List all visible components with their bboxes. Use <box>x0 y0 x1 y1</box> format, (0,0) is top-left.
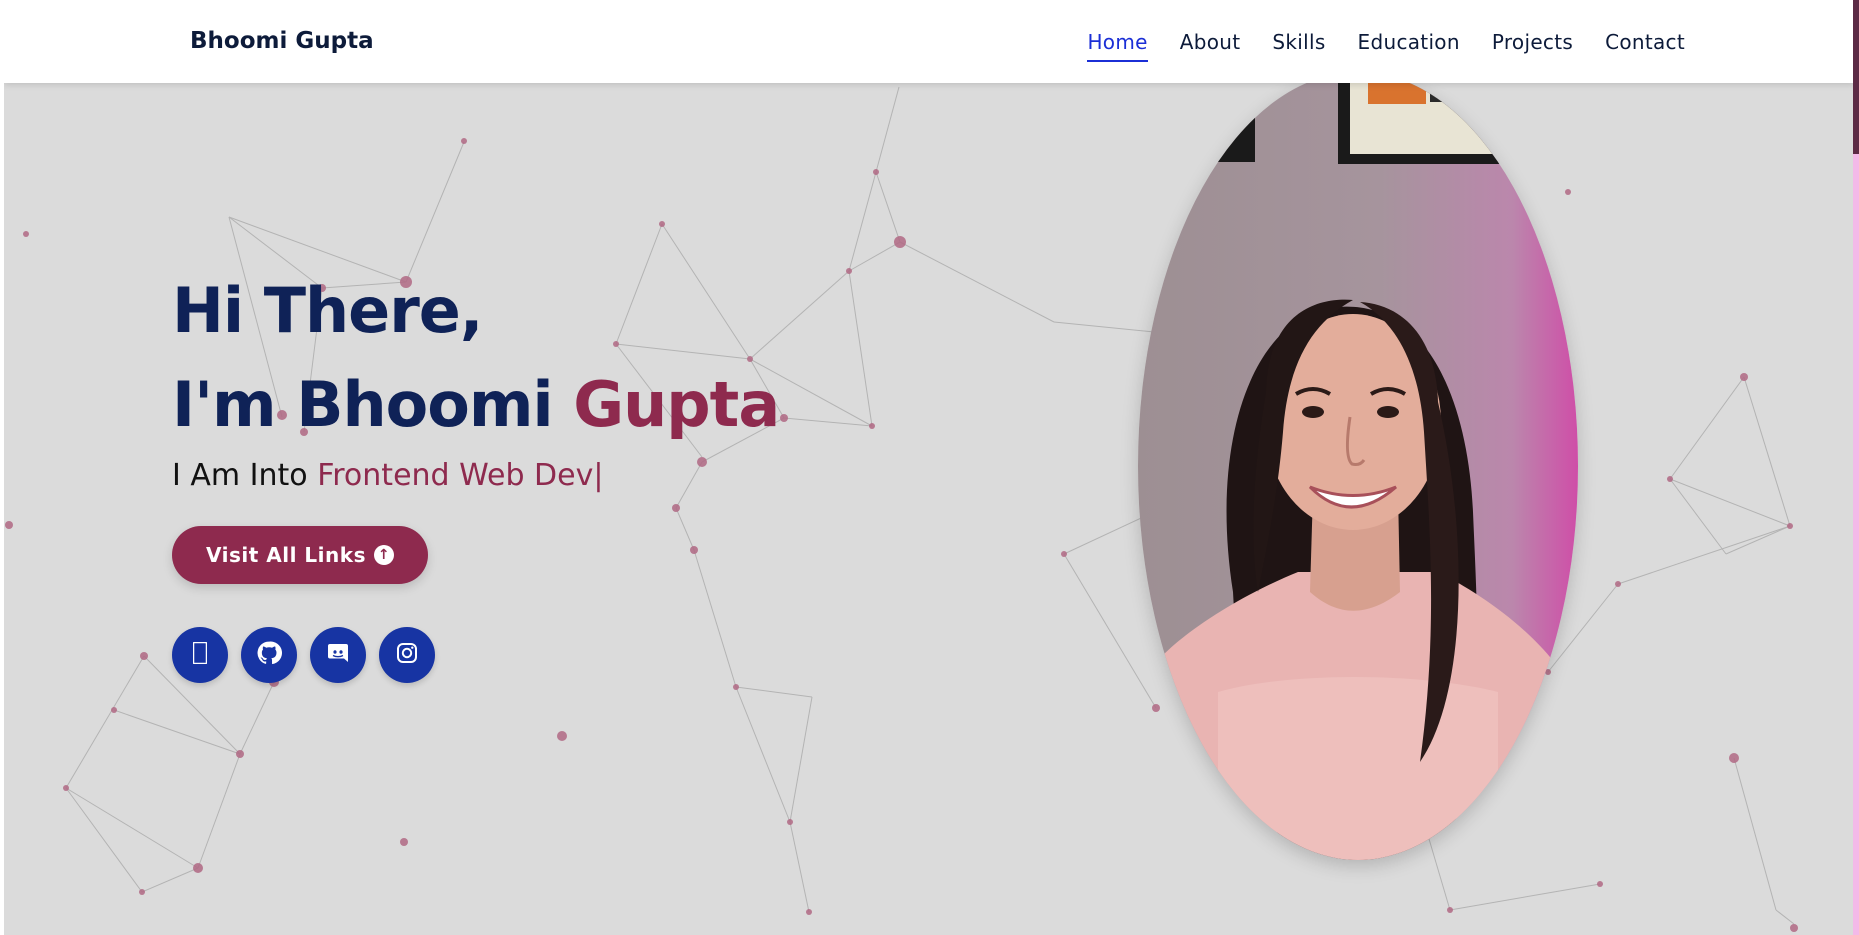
profile-photo-illustration <box>1138 72 1578 860</box>
nav-link-education[interactable]: Education <box>1358 30 1460 62</box>
visit-all-links-button[interactable]: Visit All Links ↑ <box>172 526 428 584</box>
github-link-button[interactable] <box>241 627 297 683</box>
scrollbar-thumb[interactable] <box>1853 0 1859 154</box>
discord-icon <box>326 641 350 669</box>
hero-text: Hi There, I'm Bhoomi Gupta I Am Into Fro… <box>172 264 780 493</box>
nav-links: Home About Skills Education Projects Con… <box>1087 30 1685 62</box>
hero-greeting: Hi There, <box>172 274 483 347</box>
linkedin-link-button[interactable] <box>172 627 228 683</box>
hero-name-accent: Gupta <box>573 368 780 441</box>
discord-link-button[interactable] <box>310 627 366 683</box>
top-navbar: Bhoomi Gupta Home About Skills Education… <box>4 2 1855 83</box>
hero-typed-line: I Am Into Frontend Web Dev| <box>172 458 779 493</box>
nav-link-skills[interactable]: Skills <box>1272 30 1325 62</box>
nav-link-contact[interactable]: Contact <box>1605 30 1685 62</box>
cta-label: Visit All Links <box>206 543 366 567</box>
profile-photo <box>1138 72 1578 860</box>
hero-name: I'm Bhoomi Gupta <box>172 358 780 452</box>
social-links <box>172 627 435 683</box>
instagram-link-button[interactable] <box>379 627 435 683</box>
site-brand[interactable]: Bhoomi Gupta <box>190 28 374 54</box>
linkedin-icon <box>192 641 208 668</box>
hero-name-prefix: I'm Bhoomi <box>172 368 574 441</box>
instagram-icon <box>395 641 419 669</box>
nav-link-projects[interactable]: Projects <box>1492 30 1573 62</box>
typed-prefix: I Am Into <box>172 458 318 493</box>
arrow-up-circle-icon: ↑ <box>373 545 394 565</box>
github-icon <box>256 640 282 670</box>
nav-link-home[interactable]: Home <box>1087 30 1148 62</box>
nav-link-about[interactable]: About <box>1180 30 1241 62</box>
typed-accent: Frontend Web Dev| <box>317 458 604 493</box>
page: Bhoomi Gupta Home About Skills Education… <box>4 2 1855 935</box>
